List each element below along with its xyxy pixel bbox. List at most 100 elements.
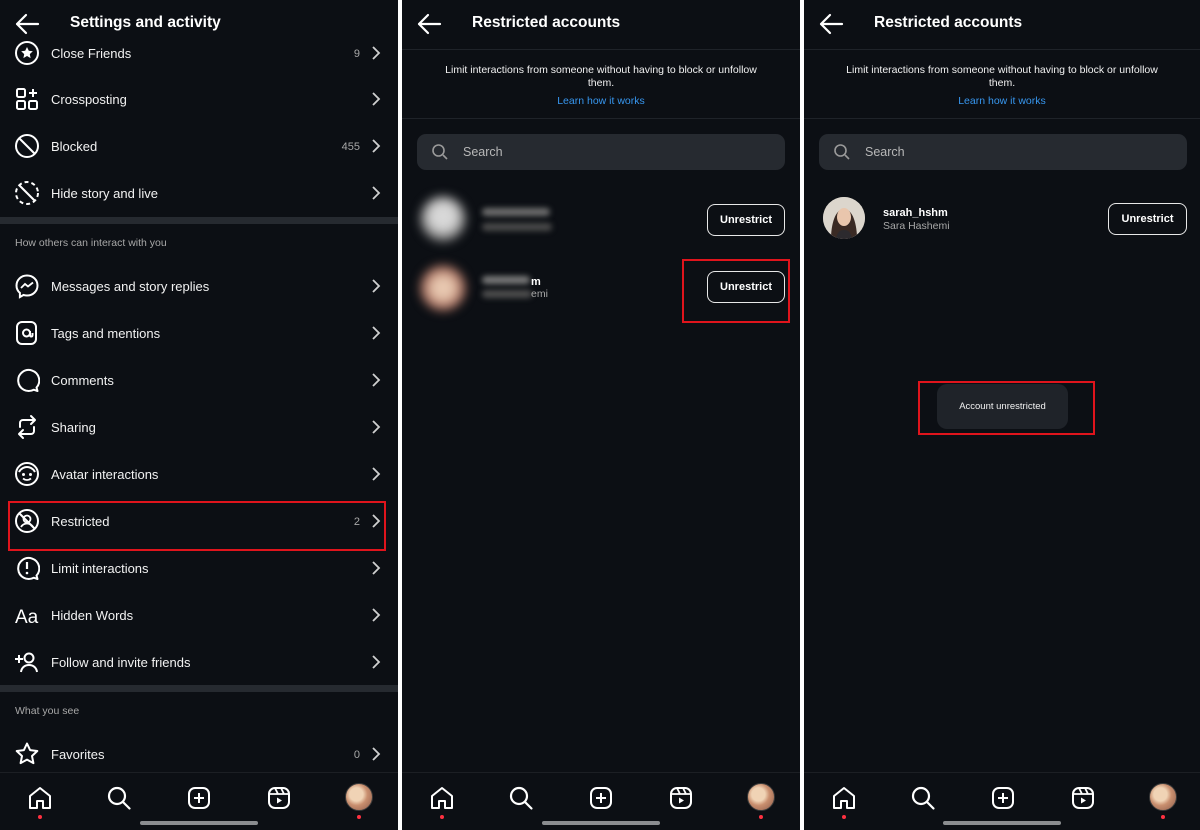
restricted-description: Limit interactions from someone without … [445, 64, 757, 89]
section-divider [804, 118, 1200, 119]
top-bar: Restricted accounts [804, 0, 1200, 48]
create-icon[interactable] [990, 785, 1016, 811]
reels-icon[interactable] [1070, 785, 1096, 811]
chevron-right-icon [372, 139, 381, 153]
settings-item-label: Limit interactions [51, 561, 149, 576]
section-divider [0, 217, 398, 224]
home-icon[interactable] [831, 785, 857, 811]
unrestrict-button[interactable]: Unrestrict [707, 204, 785, 236]
bottom-nav [0, 772, 398, 830]
notification-dot [1161, 815, 1165, 819]
settings-item-blocked[interactable]: Blocked 455 [0, 123, 398, 170]
home-indicator [943, 821, 1061, 825]
settings-item-label: Crossposting [51, 92, 127, 107]
settings-item-favorites[interactable]: Favorites 0 [0, 731, 398, 778]
home-icon[interactable] [27, 785, 53, 811]
unrestrict-button[interactable]: Unrestrict [707, 271, 785, 303]
search-input[interactable]: Search [417, 134, 785, 170]
blocked-icon [15, 134, 39, 158]
username-partial: m [531, 276, 541, 288]
restricted-description: Limit interactions from someone without … [846, 64, 1158, 89]
page-title: Restricted accounts [472, 14, 621, 31]
section-header: What you see [15, 705, 80, 717]
chevron-right-icon [372, 186, 381, 200]
blurred-username [482, 276, 530, 284]
settings-item-label: Favorites [51, 747, 105, 762]
settings-item-label: Restricted [51, 514, 110, 529]
restricted-icon [15, 509, 39, 533]
chevron-right-icon [372, 747, 381, 761]
svg-text:Aa: Aa [15, 607, 39, 628]
create-icon[interactable] [186, 785, 212, 811]
settings-item-count: 455 [341, 140, 360, 153]
chevron-right-icon [372, 279, 381, 293]
settings-item-label: Messages and story replies [51, 279, 210, 294]
settings-item-count: 9 [353, 47, 360, 60]
header-divider [402, 49, 800, 50]
avatar-portrait [823, 197, 865, 239]
chevron-right-icon [372, 608, 381, 622]
search-icon[interactable] [106, 785, 132, 811]
search-icon [432, 144, 448, 160]
fullname: Sara Hashemi [883, 220, 950, 232]
unrestrict-button[interactable]: Unrestrict [1108, 203, 1187, 235]
settings-item-label: Close Friends [51, 46, 132, 61]
learn-how-link[interactable]: Learn how it works [804, 95, 1200, 107]
page-title: Restricted accounts [874, 14, 1023, 31]
settings-item-count: 2 [353, 515, 360, 528]
search-icon[interactable] [910, 785, 936, 811]
avatar [420, 265, 466, 311]
messenger-icon [15, 274, 39, 299]
settings-item-avatar[interactable]: Avatar interactions [0, 451, 398, 498]
profile-avatar[interactable] [747, 783, 775, 811]
back-arrow-icon[interactable] [416, 12, 442, 36]
home-icon[interactable] [429, 785, 455, 811]
chevron-right-icon [372, 373, 381, 387]
settings-item-messages[interactable]: Messages and story replies [0, 263, 398, 310]
settings-item-label: Sharing [51, 420, 96, 435]
settings-item-label: Hidden Words [51, 608, 134, 623]
settings-item-hide-story[interactable]: Hide story and live [0, 170, 398, 217]
repost-icon [18, 415, 36, 439]
limit-interactions-icon [17, 556, 40, 580]
notification-dot [759, 815, 763, 819]
notification-dot [440, 815, 444, 819]
settings-item-label: Follow and invite friends [51, 655, 191, 670]
comment-icon [17, 368, 40, 392]
home-indicator [542, 821, 660, 825]
settings-item-close-friends[interactable]: Close Friends 9 [0, 30, 398, 77]
settings-item-count: 0 [353, 748, 360, 761]
toast-message: Account unrestricted [937, 384, 1068, 429]
settings-item-tags[interactable]: Tags and mentions [0, 310, 398, 357]
settings-item-comments[interactable]: Comments [0, 357, 398, 404]
back-arrow-icon[interactable] [818, 12, 844, 36]
settings-item-limit[interactable]: Limit interactions [0, 545, 398, 592]
profile-avatar[interactable] [1149, 783, 1177, 811]
settings-item-sharing[interactable]: Sharing [0, 404, 398, 451]
section-header: How others can interact with you [15, 237, 167, 249]
reels-icon[interactable] [668, 785, 694, 811]
hide-story-icon [15, 181, 39, 205]
section-divider [402, 118, 800, 119]
search-input[interactable]: Search [819, 134, 1187, 170]
avatar[interactable] [823, 197, 865, 239]
settings-item-restricted[interactable]: Restricted 2 [0, 498, 398, 545]
profile-avatar[interactable] [345, 783, 373, 811]
bottom-nav [804, 772, 1200, 830]
at-sign-icon [16, 321, 37, 345]
search-icon[interactable] [508, 785, 534, 811]
settings-item-hidden-words[interactable]: Aa Hidden Words [0, 592, 398, 639]
top-bar: Restricted accounts [402, 0, 800, 48]
settings-item-follow-invite[interactable]: Follow and invite friends [0, 639, 398, 686]
chevron-right-icon [372, 655, 381, 669]
home-indicator [140, 821, 258, 825]
learn-how-link[interactable]: Learn how it works [402, 95, 800, 107]
settings-item-label: Hide story and live [51, 186, 158, 201]
notification-dot [842, 815, 846, 819]
reels-icon[interactable] [266, 785, 292, 811]
username: sarah_hshm [883, 207, 948, 219]
create-icon[interactable] [588, 785, 614, 811]
avatar-face-icon [15, 462, 39, 486]
settings-item-crossposting[interactable]: Crossposting [0, 76, 398, 123]
chevron-right-icon [372, 467, 381, 481]
